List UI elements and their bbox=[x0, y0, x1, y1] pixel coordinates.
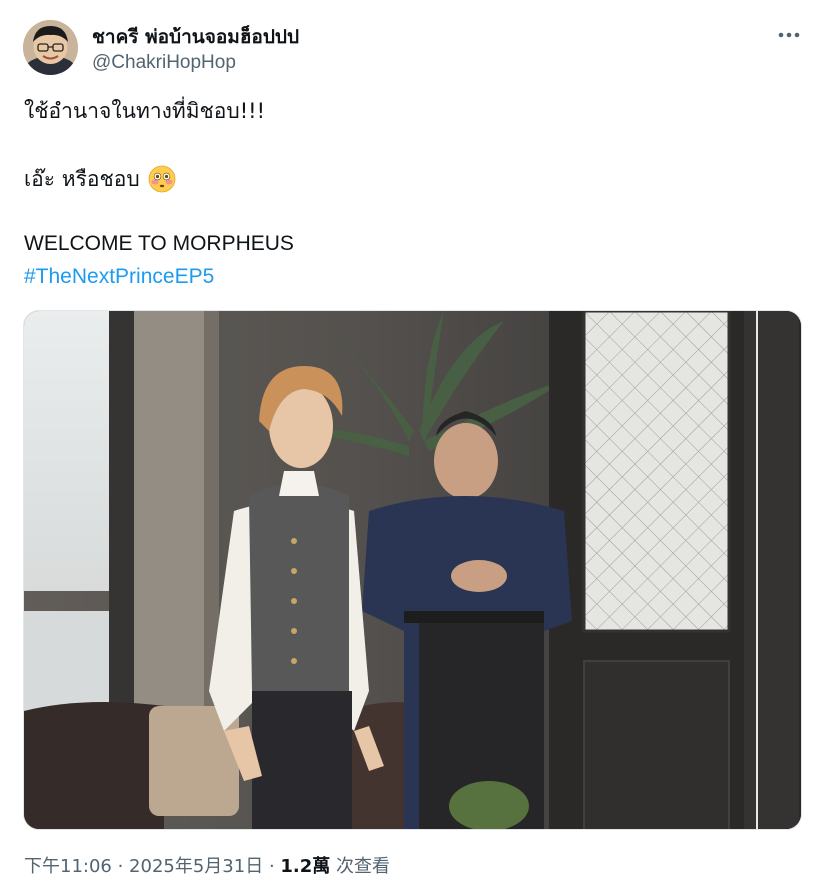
tweet-text-line-3: WELCOME TO MORPHEUS bbox=[24, 232, 294, 255]
tweet-text-line-2-text: เอ๊ะ หรือชอบ bbox=[24, 167, 140, 191]
author-display-name[interactable]: ชาครี พ่อบ้านจอมฮ็อปปป bbox=[92, 22, 299, 52]
tweet-card: ชาครี พ่อบ้านจอมฮ็อปปป @ChakriHopHop ใช้… bbox=[0, 0, 830, 893]
tweet-text-line-1: ใช้อำนาจในทางที่มิชอบ!!! bbox=[24, 99, 265, 123]
views-label: 次查看 bbox=[330, 856, 391, 877]
tweet-time-link[interactable]: 下午11:06 bbox=[24, 856, 112, 877]
tweet-meta: 下午11:06 · 2025年5月31日 · 1.2萬 次查看 bbox=[24, 852, 390, 878]
more-horizontal-icon bbox=[778, 32, 800, 38]
tweet-photo-image bbox=[24, 311, 801, 829]
profile-photo-icon bbox=[23, 20, 78, 75]
author-avatar[interactable] bbox=[23, 20, 78, 75]
tweet-date-link[interactable]: 2025年5月31日 bbox=[129, 856, 263, 877]
hashtag-link[interactable]: #TheNextPrinceEP5 bbox=[24, 263, 214, 291]
tweet-photo[interactable] bbox=[23, 310, 802, 830]
meta-separator: · bbox=[263, 856, 281, 877]
author-handle[interactable]: @ChakriHopHop bbox=[92, 52, 236, 74]
more-options-button[interactable] bbox=[772, 22, 806, 48]
views-count: 1.2萬 bbox=[280, 856, 331, 877]
tweet-text-line-2: เอ๊ะ หรือชอบ bbox=[24, 165, 176, 193]
meta-separator: · bbox=[111, 856, 130, 877]
flushed-face-emoji-icon bbox=[148, 165, 176, 193]
